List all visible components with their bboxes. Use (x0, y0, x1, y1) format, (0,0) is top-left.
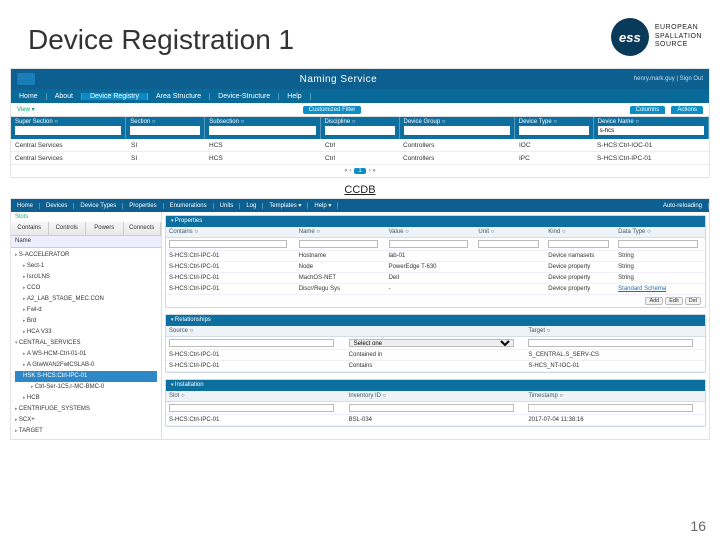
ccdb-label: CCDB (0, 184, 720, 196)
f-discipline-input[interactable] (325, 126, 395, 135)
tree-node[interactable]: Ctrl-Ser-1C5.r-MC-BMC-0 (15, 382, 157, 393)
tree-node[interactable]: HCB (15, 393, 157, 404)
custom-filter-badge[interactable]: Customized Filter (303, 106, 362, 114)
org-name: EUROPEAN SPALLATION SOURCE (655, 24, 702, 49)
cc-enumerations[interactable]: Enumerations (164, 203, 214, 209)
table-row[interactable]: Central ServicesSIHCSCtrlControllersIPCS… (11, 152, 709, 165)
device-tree: S-ACCELERATORSect-1Isrc/LNSCCOA2_LAB_STA… (11, 248, 161, 439)
f-section-lbl: Section ○ (130, 119, 200, 125)
tree-node[interactable]: Brd (15, 316, 157, 327)
ns-header: Naming Service henry.mark.guy | Sign Out (11, 69, 709, 89)
naming-service-panel: Naming Service henry.mark.guy | Sign Out… (10, 68, 710, 178)
installation-header[interactable]: Installation (166, 380, 705, 391)
f-device-name-lbl: Device Name ○ (598, 119, 704, 125)
tree-node[interactable]: TARGET (15, 426, 157, 437)
table-row[interactable]: Central ServicesSIHCSCtrlControllersIOCS… (11, 139, 709, 152)
ns-menu-help[interactable]: Help (279, 93, 310, 100)
cc-home[interactable]: Home (11, 203, 40, 209)
pager[interactable]: « ‹ 1 › » (11, 165, 709, 177)
tree-node[interactable]: CCO (15, 283, 157, 294)
tree-node[interactable]: CENTRIFUGE_SYSTEMS (15, 404, 157, 415)
prop-add-button[interactable]: Add (645, 297, 663, 305)
filter-row: Super Section ○ Section ○ Subsection ○ D… (11, 117, 709, 139)
cc-reload[interactable]: Auto-reloading (657, 203, 709, 209)
f-subsection-input[interactable] (209, 126, 315, 135)
tree-header: Name (11, 236, 161, 248)
f-discipline-lbl: Discipline ○ (325, 119, 395, 125)
ns-menu-about[interactable]: About (47, 93, 82, 100)
tab-contains[interactable]: Contains (11, 222, 49, 235)
properties-grid: Contains ○Name ○Value ○Unit ○Kind ○Data … (166, 227, 705, 295)
ns-title: Naming Service (43, 74, 634, 85)
columns-button[interactable]: Columns (630, 106, 666, 114)
ns-user-info[interactable]: henry.mark.guy | Sign Out (634, 76, 703, 82)
view-dropdown[interactable]: View ▾ (11, 106, 41, 113)
installation-panel: Installation Slot ○Inventory ID ○Timesta… (165, 379, 706, 427)
relationships-grid: Source ○Target ○Select oneS-HCS:Ctrl-IPC… (166, 326, 705, 372)
actions-button[interactable]: Actions (671, 106, 703, 114)
tree-node[interactable]: Fwl-d (15, 305, 157, 316)
relationships-panel: Relationships Source ○Target ○Select one… (165, 314, 706, 373)
cc-devices[interactable]: Devices (40, 203, 74, 209)
prop-del-button[interactable]: Del (685, 297, 701, 305)
cc-log[interactable]: Log (240, 203, 263, 209)
ns-menu-device-structure[interactable]: Device-Structure (210, 93, 279, 100)
cc-properties[interactable]: Properties (123, 203, 163, 209)
f-device-type-lbl: Device Type ○ (519, 119, 589, 125)
tab-connects[interactable]: Connects (124, 222, 162, 235)
ns-menu: Home About Device Registry Area Structur… (11, 89, 709, 103)
properties-panel: Properties Contains ○Name ○Value ○Unit ○… (165, 215, 706, 308)
prop-edit-button[interactable]: Edit (665, 297, 682, 305)
tree-node[interactable]: HCA V33 (15, 327, 157, 338)
ns-logo-icon (17, 73, 35, 85)
ccdb-panel: Home Devices Device Types Properties Enu… (10, 198, 710, 440)
properties-header[interactable]: Properties (166, 216, 705, 227)
tree-node[interactable]: S-ACCELERATOR (15, 250, 157, 261)
relationships-header[interactable]: Relationships (166, 315, 705, 326)
f-section-input[interactable] (130, 126, 200, 135)
tree-node[interactable]: SCX+ (15, 415, 157, 426)
tab-powers[interactable]: Powers (86, 222, 124, 235)
f-device-type-input[interactable] (519, 126, 589, 135)
ccdb-menu: Home Devices Device Types Properties Enu… (11, 199, 709, 212)
f-subsection-lbl: Subsection ○ (209, 119, 315, 125)
page-number: 16 (690, 518, 706, 534)
tree-node[interactable]: HSK S-HCS:Ctrl-IPC-01 (15, 371, 157, 382)
left-tabs: Contains Controls Powers Connects (11, 222, 161, 236)
ns-menu-device-registry[interactable]: Device Registry (82, 93, 148, 100)
ns-toolbar: View ▾ Customized Filter Columns Actions (11, 103, 709, 117)
tree-node[interactable]: A GtwWAN2FwlCSLAB-0 (15, 360, 157, 371)
tree-node[interactable]: Sect-1 (15, 261, 157, 272)
f-super-section-input[interactable] (15, 126, 121, 135)
tree-node[interactable]: A2_LAB_STAGE_MEC.CON (15, 294, 157, 305)
ns-menu-home[interactable]: Home (11, 93, 47, 100)
ccdb-left-pane: Slots Contains Controls Powers Connects … (11, 212, 162, 439)
f-device-name-input[interactable] (598, 126, 704, 135)
org-logo-block: ess EUROPEAN SPALLATION SOURCE (611, 18, 702, 56)
tree-node[interactable]: CENTRAL_SERVICES (15, 338, 157, 349)
f-device-group-lbl: Device Group ○ (404, 119, 510, 125)
tree-node[interactable]: A WS-HCM-Ctrl-01-01 (15, 349, 157, 360)
f-super-section-lbl: Super Section ○ (15, 119, 121, 125)
cc-help[interactable]: Help ▾ (308, 202, 338, 209)
ns-menu-area-structure[interactable]: Area Structure (148, 93, 210, 100)
f-device-group-input[interactable] (404, 126, 510, 135)
cc-templates[interactable]: Templates ▾ (263, 202, 308, 209)
cc-units[interactable]: Units (214, 203, 241, 209)
ess-logo-icon: ess (611, 18, 649, 56)
tree-node[interactable]: Isrc/LNS (15, 272, 157, 283)
prop-buttons: Add Edit Del (166, 295, 705, 307)
tab-controls[interactable]: Controls (49, 222, 87, 235)
cc-device-types[interactable]: Device Types (74, 203, 123, 209)
installation-grid: Slot ○Inventory ID ○Timestamp ○S-HCS:Ctr… (166, 391, 705, 426)
